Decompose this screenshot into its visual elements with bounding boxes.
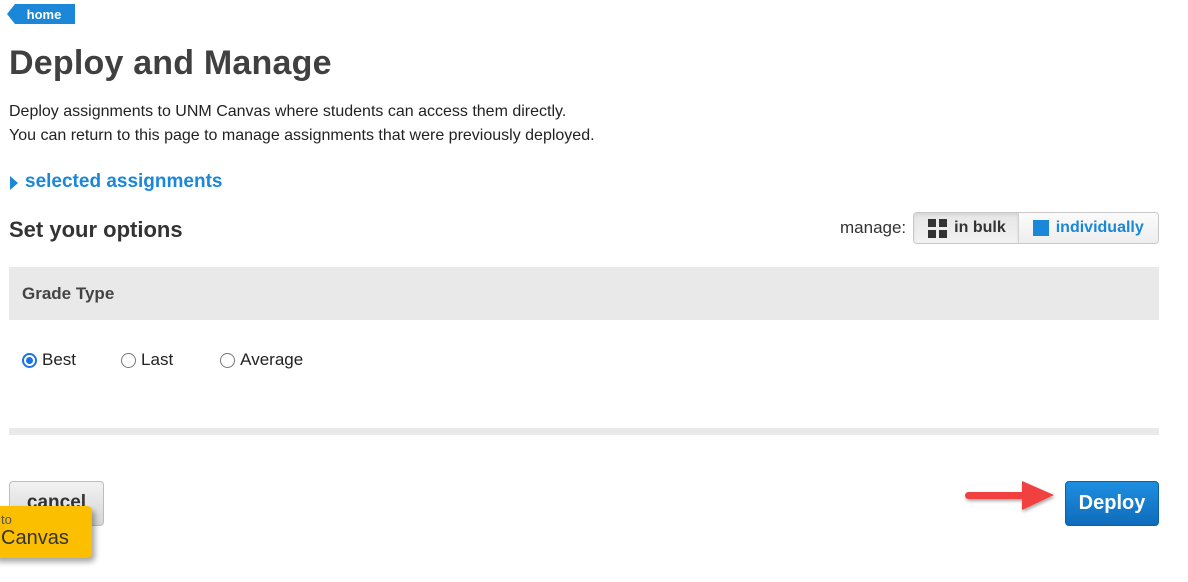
canvas-tab-small-label: to <box>1 512 12 527</box>
grade-type-header: Grade Type <box>9 267 1159 320</box>
radio-best-label: Best <box>42 350 77 369</box>
intro-line-1: Deploy assignments to UNM Canvas where s… <box>9 103 567 120</box>
individually-label: individually <box>1055 219 1144 236</box>
manage-in-bulk-button[interactable]: in bulk <box>914 213 1019 243</box>
grade-type-average-option[interactable]: Average <box>220 350 303 370</box>
grade-type-best-option[interactable]: Best <box>22 350 76 370</box>
home-breadcrumb[interactable]: home <box>7 4 75 24</box>
radio-best[interactable] <box>22 352 37 368</box>
radio-last[interactable] <box>121 352 137 368</box>
radio-average-label: Average <box>240 350 304 369</box>
grade-type-last-option[interactable]: Last <box>121 350 173 370</box>
radio-average[interactable] <box>220 352 236 368</box>
page-title: Deploy and Manage <box>9 44 332 82</box>
grid-icon <box>928 218 948 238</box>
square-icon <box>1032 220 1049 236</box>
section-divider <box>9 428 1159 435</box>
selected-assignments-label: selected assignments <box>25 171 223 192</box>
selected-assignments-toggle[interactable]: selected assignments <box>10 171 222 193</box>
red-arrow-icon <box>965 481 1054 510</box>
caret-right-icon <box>10 176 18 190</box>
manage-label: manage: <box>840 218 907 237</box>
deploy-button[interactable]: Deploy <box>1065 481 1159 526</box>
options-title: Set your options <box>9 217 183 242</box>
radio-last-label: Last <box>141 350 174 369</box>
intro-line-2: You can return to this page to manage as… <box>9 127 595 144</box>
manage-mode-control: manage: in bulk individually <box>840 212 1159 244</box>
canvas-floating-tab[interactable]: to Canvas <box>0 506 92 558</box>
manage-segmented-control: in bulk individually <box>913 212 1159 244</box>
canvas-tab-label: Canvas <box>1 527 69 549</box>
grade-type-radio-group: Best Last Average <box>22 350 303 370</box>
manage-individually-button[interactable]: individually <box>1018 213 1158 243</box>
intro-text: Deploy assignments to UNM Canvas where s… <box>9 100 595 148</box>
in-bulk-label: in bulk <box>954 219 1006 236</box>
